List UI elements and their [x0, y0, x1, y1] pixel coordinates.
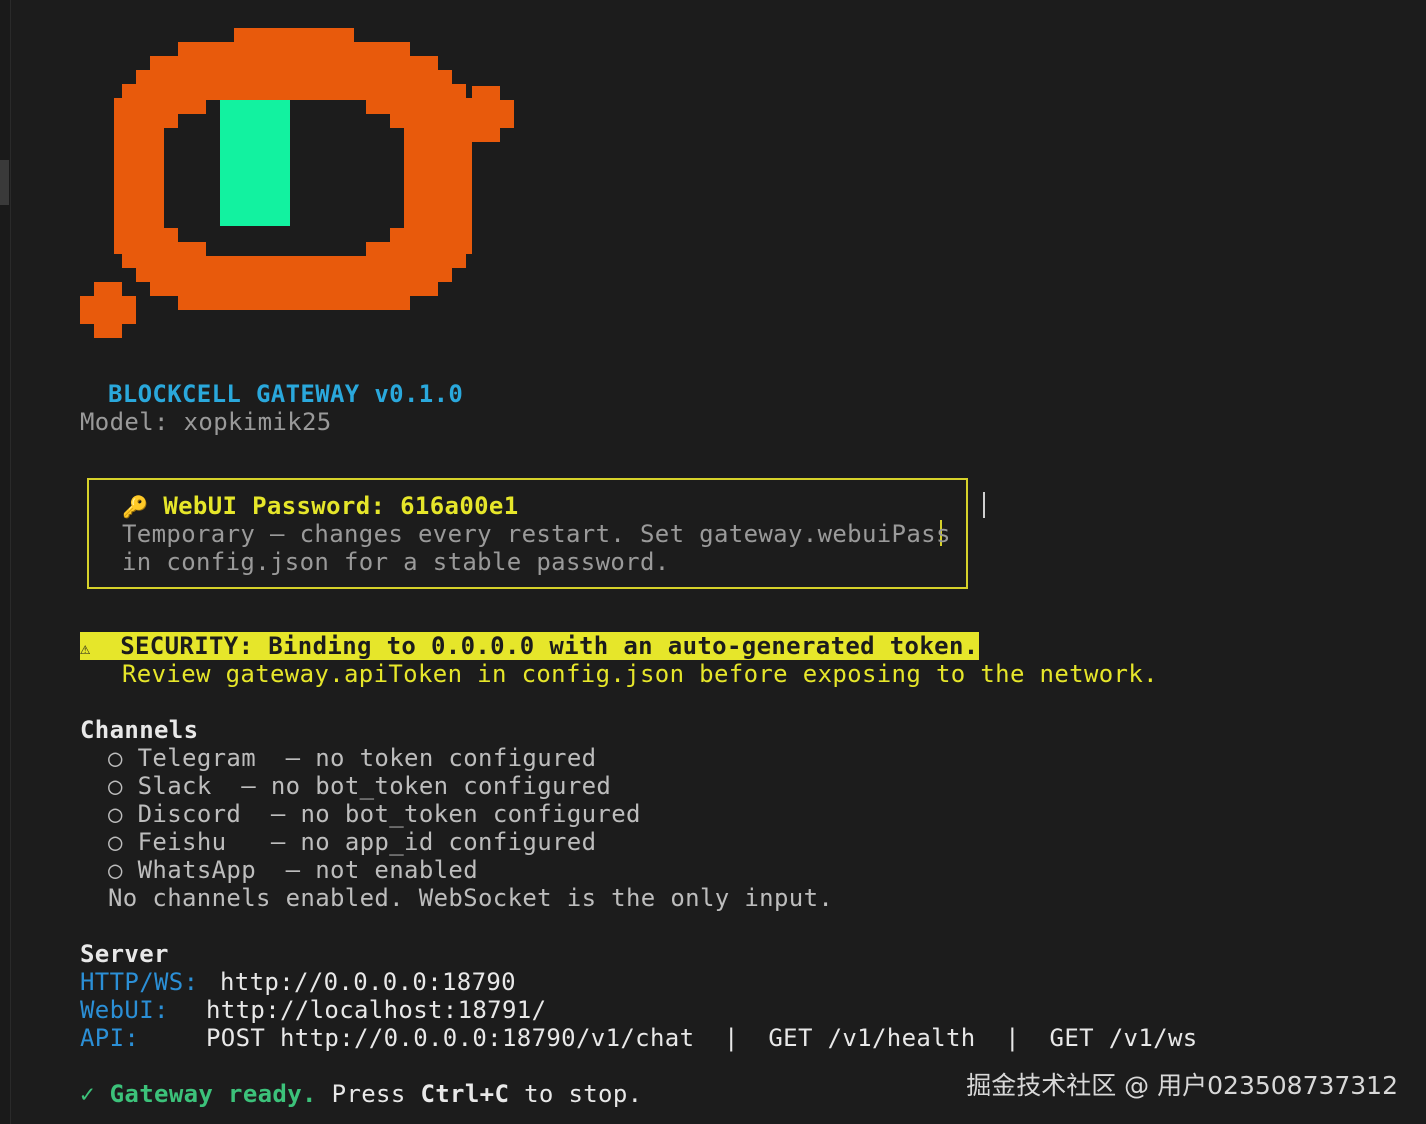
channel-item-feishu: ○ Feishu — no app_id configured [108, 828, 596, 856]
channels-summary: No channels enabled. WebSocket is the on… [108, 884, 834, 912]
channels-heading: Channels [80, 716, 199, 744]
channel-status: — not enabled [285, 856, 479, 884]
circle-icon: ○ [108, 800, 123, 828]
channel-name: Discord [137, 800, 242, 828]
channel-item-telegram: ○ Telegram — no token configured [108, 744, 596, 772]
security-warning: ⚠ SECURITY: Binding to 0.0.0.0 with an a… [80, 632, 979, 660]
warning-icon: ⚠ [80, 639, 91, 659]
channel-item-whatsapp: ○ WhatsApp — not enabled [108, 856, 478, 884]
channel-name: Feishu [137, 828, 227, 856]
password-note-2: in config.json for a stable password. [122, 548, 670, 576]
http-ws-url[interactable]: http://0.0.0.0:18790 [220, 968, 516, 996]
channel-name: Slack [137, 772, 212, 800]
watermark: 掘金技术社区 @ 用户023508737312 [966, 1071, 1398, 1100]
ready-line: ✓ Gateway ready. Press Ctrl+C to stop. [80, 1080, 642, 1108]
channel-item-slack: ○ Slack — no bot_token configured [108, 772, 611, 800]
webui-url[interactable]: http://localhost:18791/ [206, 996, 546, 1024]
checkmark-icon: ✓ [80, 1080, 95, 1108]
logo-dot-left [80, 282, 136, 338]
model-line: Model: xopkimik25 [80, 408, 332, 436]
channel-status: — no app_id configured [270, 828, 597, 856]
stop-text: to stop. [524, 1080, 643, 1108]
channel-status: — no bot_token configured [241, 772, 612, 800]
logo-core [220, 100, 290, 226]
ready-status: Gateway ready. [109, 1080, 317, 1108]
circle-icon: ○ [108, 772, 123, 800]
channel-name: WhatsApp [137, 856, 257, 884]
blockcell-logo [80, 28, 514, 338]
channel-item-discord: ○ Discord — no bot_token configured [108, 800, 641, 828]
security-detail: Review gateway.apiToken in config.json b… [122, 660, 1158, 688]
password-line: 🔑 WebUI Password: 616a00e1 [122, 492, 519, 521]
scroll-marker [0, 160, 9, 205]
terminal-window[interactable]: BLOCKCELL GATEWAY v0.1.0 Model: xopkimik… [0, 0, 1426, 1124]
password-label: WebUI Password: [163, 492, 386, 520]
banner-title: BLOCKCELL GATEWAY v0.1.0 [108, 380, 464, 408]
channel-name: Telegram [137, 744, 257, 772]
api-label: API: [80, 1024, 140, 1052]
channel-status: — no token configured [285, 744, 597, 772]
webui-label: WebUI: [80, 996, 169, 1024]
server-heading: Server [80, 940, 169, 968]
api-endpoints[interactable]: POST http://0.0.0.0:18790/v1/chat | GET … [206, 1024, 1198, 1052]
security-headline: SECURITY: Binding to 0.0.0.0 with an aut… [120, 632, 979, 660]
circle-icon: ○ [108, 744, 123, 772]
window-edge [0, 0, 11, 1124]
password-note-1: Temporary — changes every restart. Set g… [122, 520, 951, 548]
press-text: Press [331, 1080, 406, 1108]
circle-icon: ○ [108, 856, 123, 884]
password-value[interactable]: 616a00e1 [400, 492, 518, 520]
ctrl-c-keys: Ctrl+C [420, 1080, 510, 1108]
cursor-bar [983, 492, 985, 518]
channel-status: — no bot_token configured [270, 800, 641, 828]
circle-icon: ○ [108, 828, 123, 856]
key-icon: 🔑 [122, 495, 149, 519]
http-ws-label: HTTP/WS: [80, 968, 199, 996]
